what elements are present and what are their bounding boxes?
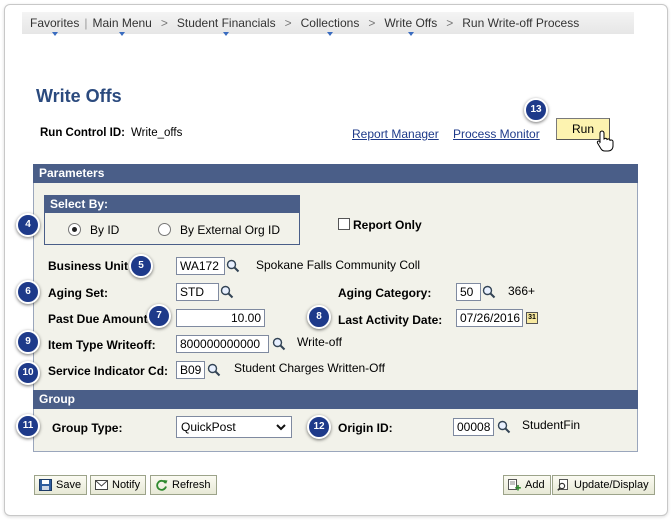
group-type-selected-value: QuickPost: [181, 420, 236, 434]
service-indicator-magnifier-icon[interactable]: [207, 363, 221, 377]
report-manager-link[interactable]: Report Manager: [352, 127, 439, 141]
by-external-org-id-radio[interactable]: [158, 223, 171, 236]
refresh-label: Refresh: [172, 479, 211, 491]
business-unit-label: Business Unit: [48, 259, 129, 273]
callout-13: 13: [524, 98, 548, 122]
notify-icon: [95, 480, 108, 490]
callout-10: 10: [16, 361, 40, 385]
breadcrumb-separator: >: [446, 16, 454, 30]
breadcrumb-student-financials[interactable]: Student Financials: [173, 16, 280, 36]
breadcrumb-write-offs[interactable]: Write Offs: [380, 16, 441, 36]
origin-id-input[interactable]: 00008: [453, 418, 494, 436]
breadcrumb-collections[interactable]: Collections: [297, 16, 364, 36]
group-header: Group: [33, 390, 638, 409]
refresh-icon: [156, 479, 168, 491]
by-id-label: By ID: [90, 223, 120, 237]
update-display-icon: [557, 479, 568, 491]
group-type-label: Group Type:: [52, 421, 123, 435]
run-control-value: Write_offs: [131, 127, 183, 139]
callout-9: 9: [16, 330, 40, 354]
callout-4: 4: [16, 213, 40, 237]
main-menu[interactable]: Main Menu: [88, 16, 155, 36]
business-unit-description: Spokane Falls Community Coll: [256, 258, 421, 272]
add-button[interactable]: Add: [503, 475, 551, 495]
notify-label: Notify: [112, 479, 141, 491]
breadcrumb-current-page: Run Write-off Process: [462, 16, 580, 30]
notify-button[interactable]: Notify: [90, 475, 147, 495]
select-by-header: Select By:: [44, 195, 300, 213]
breadcrumb: Favorites | Main Menu > Student Financia…: [22, 12, 634, 36]
aging-set-label: Aging Set:: [48, 286, 108, 300]
last-activity-date-label: Last Activity Date:: [338, 313, 443, 327]
callout-8: 8: [307, 305, 331, 329]
callout-7: 7: [147, 304, 171, 328]
add-label: Add: [525, 479, 545, 491]
refresh-button[interactable]: Refresh: [150, 475, 217, 495]
breadcrumb-separator: >: [284, 16, 292, 30]
hand-pointer-icon: [596, 130, 614, 152]
save-disk-icon: [39, 479, 52, 491]
breadcrumb-separator: >: [368, 16, 376, 30]
callout-6: 6: [16, 280, 40, 304]
by-external-org-id-label: By External Org ID: [180, 223, 281, 237]
favorites-menu[interactable]: Favorites: [26, 16, 83, 36]
by-id-radio[interactable]: [68, 223, 81, 236]
save-label: Save: [56, 479, 82, 491]
service-indicator-input[interactable]: B09: [176, 361, 205, 379]
aging-category-input[interactable]: 50: [456, 283, 481, 301]
calendar-icon[interactable]: 31: [526, 312, 538, 324]
last-activity-date-input[interactable]: 07/26/2016: [456, 309, 523, 327]
aging-set-magnifier-icon[interactable]: [220, 285, 234, 299]
item-type-writeoff-description: Write-off: [297, 335, 342, 349]
aging-set-input[interactable]: STD: [176, 283, 219, 301]
item-type-writeoff-label: Item Type Writeoff:: [48, 338, 156, 352]
add-icon: [508, 479, 521, 491]
breadcrumb-separator: >: [160, 16, 168, 30]
service-indicator-description: Student Charges Written-Off: [234, 361, 385, 375]
process-monitor-link[interactable]: Process Monitor: [453, 127, 540, 141]
origin-id-label: Origin ID:: [338, 421, 393, 435]
run-control-label: Run Control ID:: [40, 127, 125, 139]
report-only-label: Report Only: [353, 218, 422, 232]
save-button[interactable]: Save: [34, 475, 88, 495]
report-only-checkbox[interactable]: [338, 218, 350, 230]
service-indicator-label: Service Indicator Cd:: [48, 364, 169, 378]
page-title: Write Offs: [36, 86, 122, 106]
item-type-writeoff-input[interactable]: 800000000000: [176, 335, 269, 353]
business-unit-input[interactable]: WA172: [176, 257, 225, 275]
past-due-amount-label: Past Due Amount: [48, 312, 148, 326]
callout-5: 5: [129, 254, 153, 278]
group-type-select[interactable]: QuickPost: [176, 416, 292, 438]
aging-category-label: Aging Category:: [338, 286, 432, 300]
aging-category-description: 366+: [508, 284, 536, 298]
business-unit-magnifier-icon[interactable]: [226, 259, 240, 273]
aging-category-magnifier-icon[interactable]: [482, 285, 496, 299]
update-display-button[interactable]: Update/Display: [552, 475, 655, 495]
parameters-header: Parameters: [33, 164, 638, 183]
chevron-down-icon: [276, 424, 286, 431]
origin-id-magnifier-icon[interactable]: [497, 420, 511, 434]
callout-12: 12: [307, 415, 331, 439]
past-due-amount-input[interactable]: 10.00: [176, 309, 265, 327]
item-type-magnifier-icon[interactable]: [272, 337, 286, 351]
callout-11: 11: [16, 414, 40, 438]
update-display-label: Update/Display: [574, 479, 649, 491]
origin-id-description: StudentFin: [522, 418, 581, 432]
